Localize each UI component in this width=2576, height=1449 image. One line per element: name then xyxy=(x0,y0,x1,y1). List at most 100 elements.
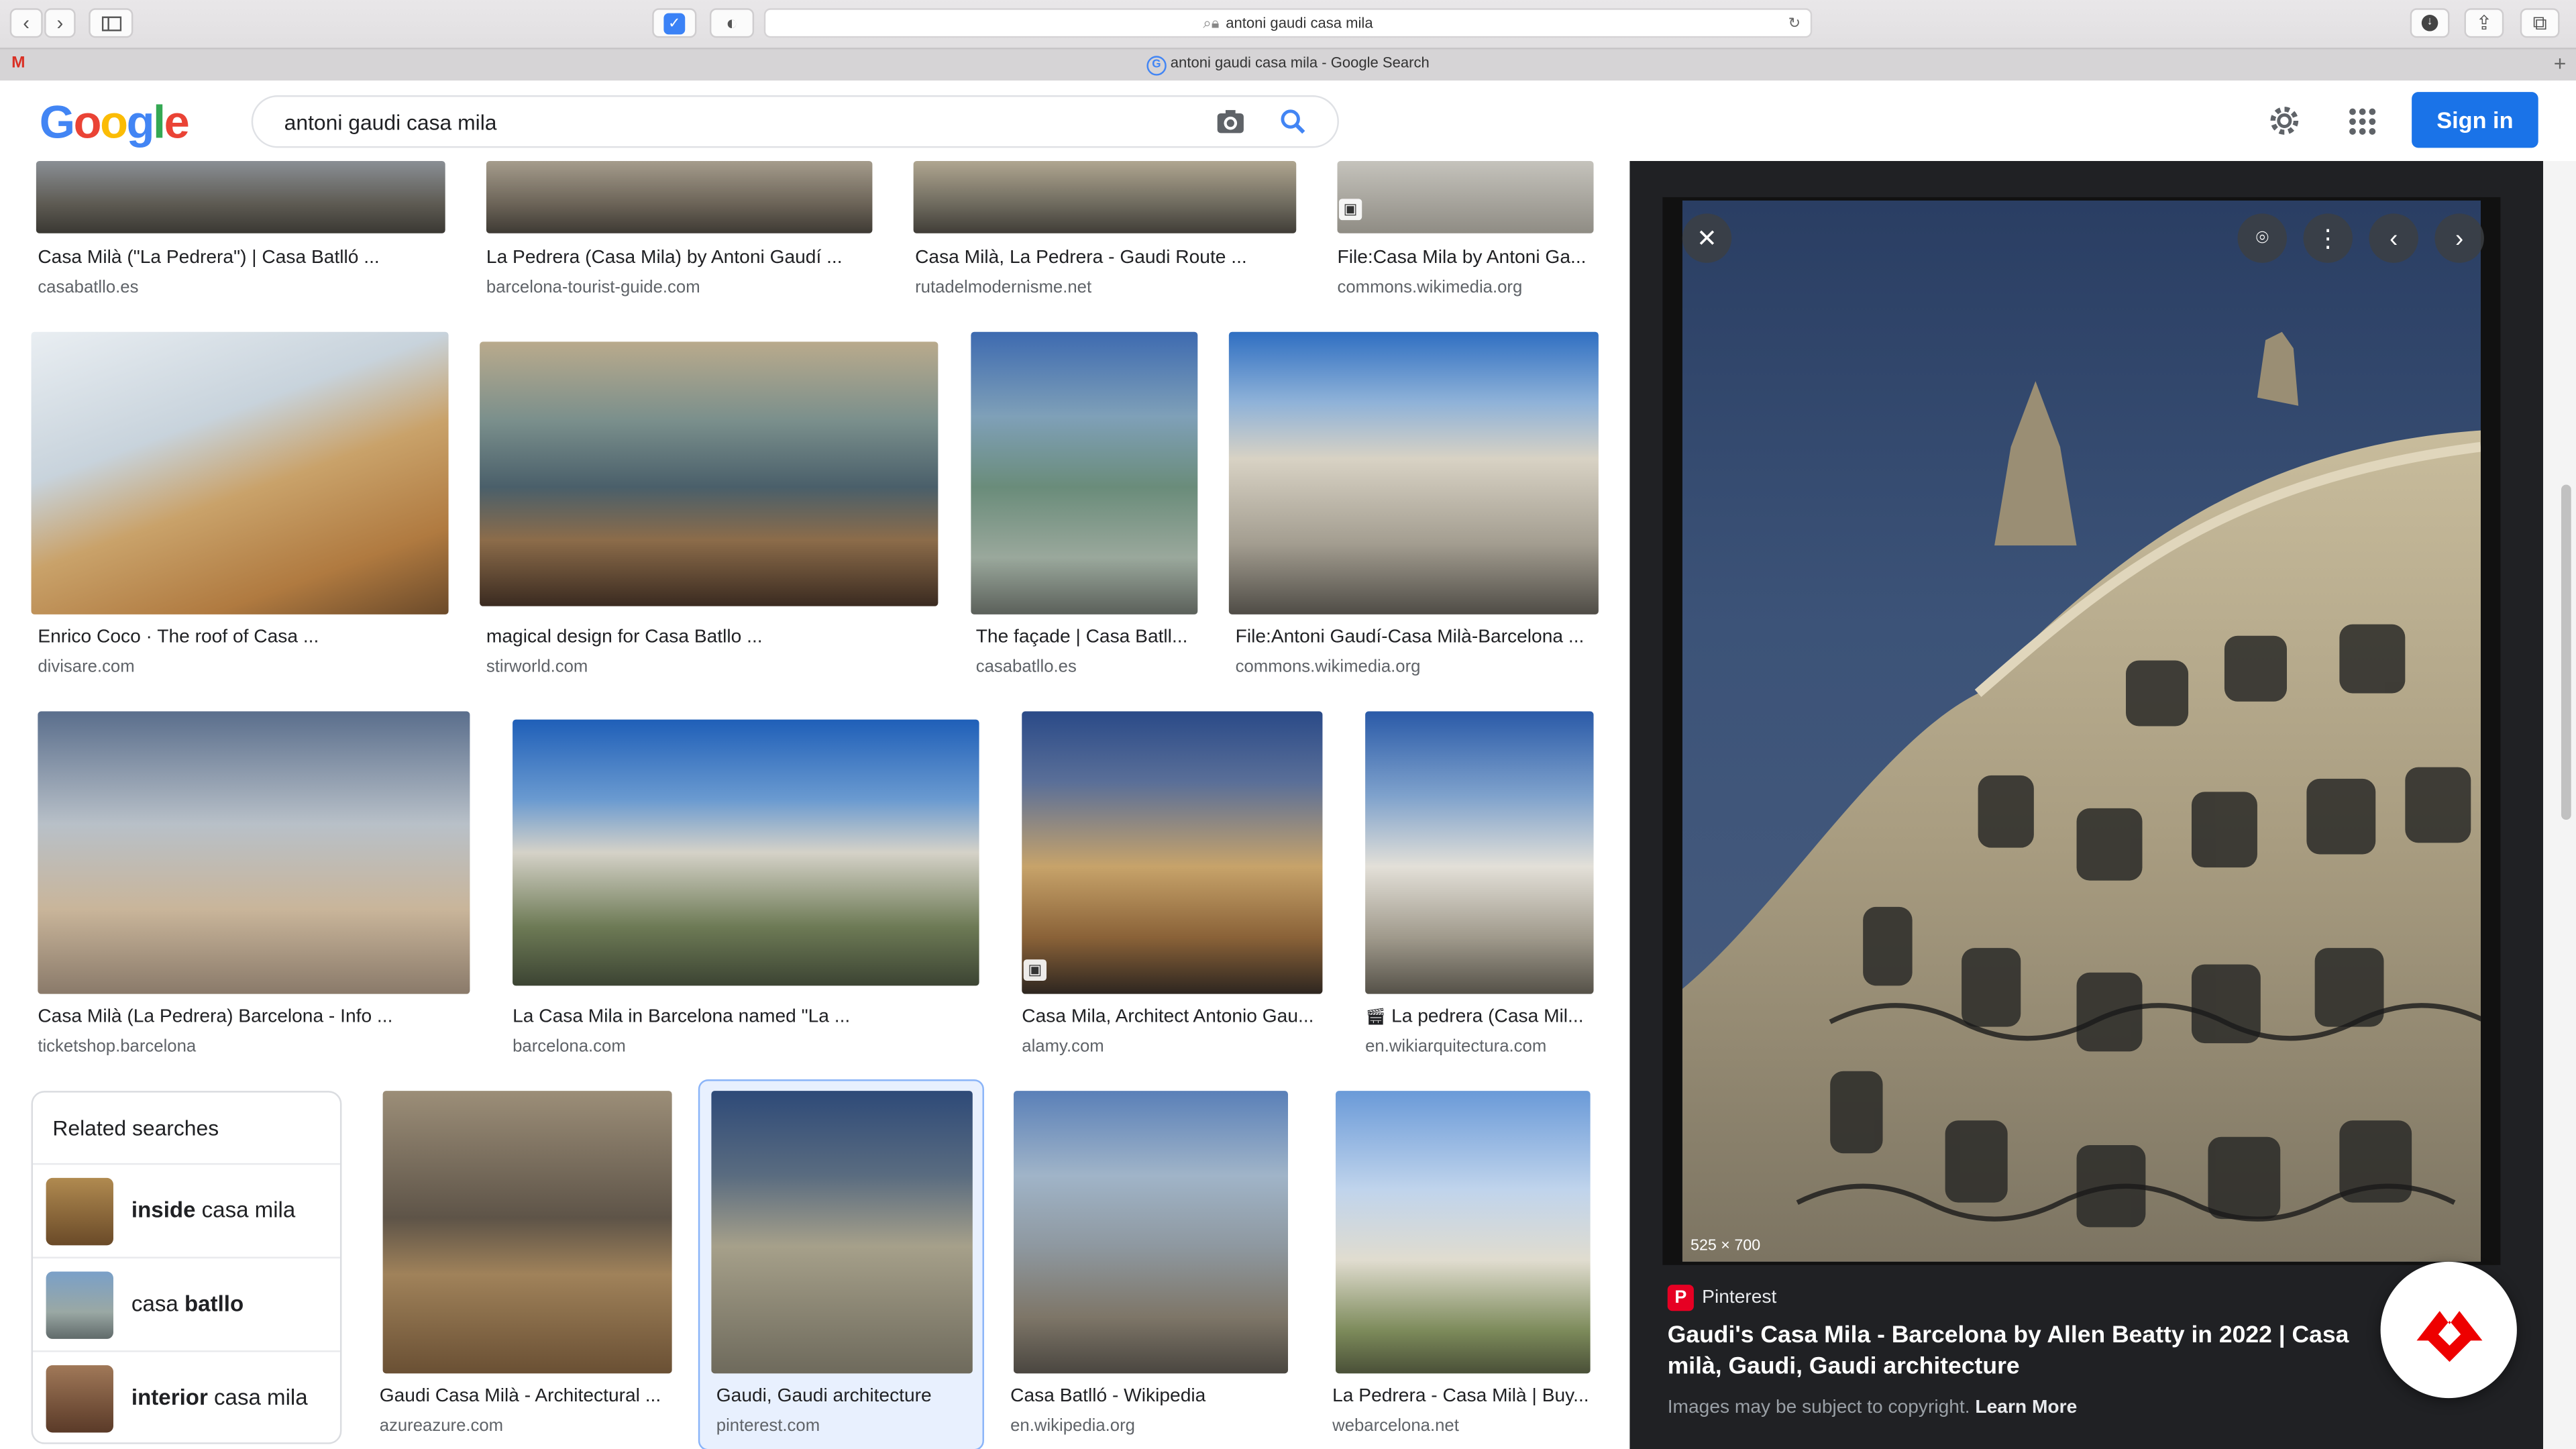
related-bold: inside xyxy=(131,1197,196,1223)
search-box[interactable]: antoni gaudi casa mila xyxy=(251,95,1339,148)
apps-grid-icon[interactable] xyxy=(2348,107,2377,136)
result-thumbnail[interactable] xyxy=(31,331,449,614)
reload-icon[interactable]: ↻ xyxy=(1788,14,1801,32)
floating-app-button[interactable] xyxy=(2380,1261,2517,1399)
related-label: interior casa mila xyxy=(131,1385,308,1410)
related-searches-heading: Related searches xyxy=(52,1115,219,1140)
result-thumbnail[interactable] xyxy=(480,341,938,606)
chevron-right-icon: › xyxy=(2455,224,2464,252)
result-thumbnail[interactable] xyxy=(1014,1091,1289,1374)
result-title[interactable]: The façade | Casa Batll... xyxy=(976,628,1196,647)
result-title[interactable]: Casa Milà (La Pedrera) Barcelona - Info … xyxy=(38,1007,448,1026)
shield-check-icon: ✓ xyxy=(663,12,686,34)
camera-icon[interactable] xyxy=(1216,109,1245,135)
learn-more-link[interactable]: Learn More xyxy=(1975,1398,2077,1417)
sign-in-button[interactable]: Sign in xyxy=(2412,92,2538,148)
result-title[interactable]: La Pedrera (Casa Mila) by Antoni Gaudí .… xyxy=(486,248,881,268)
lens-button[interactable]: ⌾ xyxy=(2237,213,2288,263)
result-title[interactable]: Casa Mila, Architect Antonio Gau... xyxy=(1022,1007,1322,1026)
forward-button[interactable]: › xyxy=(44,8,76,38)
result-thumbnail[interactable] xyxy=(486,161,873,233)
related-item[interactable]: casa batllo xyxy=(32,1256,340,1352)
image-badge-icon: ▣ xyxy=(1338,199,1362,221)
result-thumbnail[interactable] xyxy=(1336,1091,1591,1374)
browser-toolbar: ‹ › ✓ ◐ ⌕🔒︎ antoni gaudi casa mila ↻ ↓ ⇪… xyxy=(0,0,2576,81)
half-circle-icon: ◐ xyxy=(726,11,738,35)
result-source: stirworld.com xyxy=(486,657,588,677)
address-bar[interactable]: ⌕🔒︎ antoni gaudi casa mila ↻ xyxy=(763,8,1813,38)
result-title[interactable]: File:Antoni Gaudí-Casa Milà-Barcelona ..… xyxy=(1236,628,1594,647)
result-source: ticketshop.barcelona xyxy=(38,1036,197,1057)
image-preview-panel: ✕ ⌾ ⋮ ‹ › 525 × 700 P Pinterest Gaudi's … xyxy=(1629,161,2544,1449)
result-source: divisare.com xyxy=(38,657,135,677)
tab-bar: M G antoni gaudi casa mila - Google Sear… xyxy=(0,48,2576,81)
related-rest: casa mila xyxy=(195,1197,296,1223)
related-item[interactable]: interior casa mila xyxy=(32,1350,340,1446)
related-thumbnail xyxy=(46,1271,113,1339)
copyright-text: Images may be subject to copyright. xyxy=(1667,1398,1970,1418)
result-thumbnail[interactable] xyxy=(711,1091,973,1374)
settings-gear-icon[interactable] xyxy=(2267,103,2302,138)
image-results-grid: Casa Milà ("La Pedrera") | Casa Batlló .… xyxy=(0,161,1630,1449)
page-scrollbar[interactable] xyxy=(2543,161,2576,1449)
result-thumbnail[interactable] xyxy=(913,161,1297,233)
close-preview-button[interactable]: ✕ xyxy=(1682,213,1732,263)
preview-title[interactable]: Gaudi's Casa Mila - Barcelona by Allen B… xyxy=(1668,1321,2358,1383)
result-title[interactable]: magical design for Casa Batllo ... xyxy=(486,628,881,647)
extension-button[interactable]: ✓ xyxy=(652,8,697,38)
result-title[interactable]: Gaudi Casa Milà - Architectural ... xyxy=(380,1387,676,1406)
result-source: rutadelmodernisme.net xyxy=(915,277,1092,298)
downloads-button[interactable]: ↓ xyxy=(2410,8,2450,38)
previous-image-button[interactable]: ‹ xyxy=(2369,213,2418,263)
search-icon[interactable] xyxy=(1280,109,1306,135)
result-source: azureazure.com xyxy=(379,1416,504,1436)
result-title[interactable]: Casa Milà ("La Pedrera") | Casa Batlló .… xyxy=(38,248,432,268)
red-logo-icon xyxy=(2416,1311,2483,1362)
copyright-note: Images may be subject to copyright. Lear… xyxy=(1668,1398,2078,1417)
next-image-button[interactable]: › xyxy=(2434,213,2484,263)
address-text: antoni gaudi casa mila xyxy=(1226,15,1373,32)
tabs-icon: ⧉ xyxy=(2532,10,2547,34)
tab-active[interactable]: G antoni gaudi casa mila - Google Search xyxy=(0,54,2576,76)
result-title[interactable]: Casa Batlló - Wikipedia xyxy=(1010,1387,1289,1406)
more-options-button[interactable]: ⋮ xyxy=(2303,213,2353,263)
scrollbar-thumb[interactable] xyxy=(2561,484,2571,820)
result-title-text: La pedrera (Casa Mil... xyxy=(1391,1007,1584,1027)
result-thumbnail[interactable] xyxy=(1228,331,1599,614)
result-title[interactable]: La Pedrera - Casa Milà | Buy... xyxy=(1332,1387,1592,1406)
new-tab-icon[interactable]: + xyxy=(2554,51,2567,76)
result-source: alamy.com xyxy=(1022,1036,1104,1057)
chevron-left-icon: ‹ xyxy=(2390,224,2398,252)
google-logo[interactable]: Google xyxy=(40,97,190,149)
result-thumbnail[interactable] xyxy=(513,719,979,986)
related-rest: casa mila xyxy=(207,1385,308,1410)
result-thumbnail[interactable] xyxy=(38,711,470,994)
result-thumbnail[interactable] xyxy=(1365,711,1594,994)
result-thumbnail[interactable] xyxy=(971,331,1198,614)
result-thumbnail[interactable] xyxy=(1337,161,1594,233)
tabs-overview-button[interactable]: ⧉ xyxy=(2520,8,2560,38)
search-input[interactable]: antoni gaudi casa mila xyxy=(284,110,497,135)
share-button[interactable]: ⇪ xyxy=(2464,8,2504,38)
result-thumbnail[interactable] xyxy=(382,1091,672,1374)
related-item[interactable]: inside casa mila xyxy=(32,1163,340,1258)
result-title[interactable]: Gaudi, Gaudi architecture xyxy=(716,1387,979,1406)
result-title[interactable]: File:Casa Mila by Antoni Ga... xyxy=(1337,248,1592,268)
result-thumbnail[interactable] xyxy=(1022,711,1323,994)
related-bold: batllo xyxy=(184,1291,244,1316)
result-thumbnail[interactable] xyxy=(36,161,445,233)
privacy-button[interactable]: ◐ xyxy=(709,8,755,38)
result-source: pinterest.com xyxy=(716,1416,820,1436)
related-label: casa batllo xyxy=(131,1291,244,1316)
result-title[interactable]: 🎬︎ La pedrera (Casa Mil... xyxy=(1365,1007,1591,1026)
preview-image[interactable] xyxy=(1682,200,2481,1262)
search-lock-icon: ⌕🔒︎ xyxy=(1203,13,1220,31)
result-title[interactable]: Casa Milà, La Pedrera - Gaudi Route ... xyxy=(915,248,1309,268)
preview-source[interactable]: Pinterest xyxy=(1702,1288,1776,1307)
result-source: barcelona-tourist-guide.com xyxy=(486,277,700,298)
sidebar-toggle-button[interactable] xyxy=(89,8,133,38)
result-title[interactable]: La Casa Mila in Barcelona named "La ... xyxy=(513,1007,907,1026)
result-title[interactable]: Enrico Coco · The roof of Casa ... xyxy=(38,628,440,647)
back-button[interactable]: ‹ xyxy=(9,8,43,38)
related-label: inside casa mila xyxy=(131,1197,295,1222)
